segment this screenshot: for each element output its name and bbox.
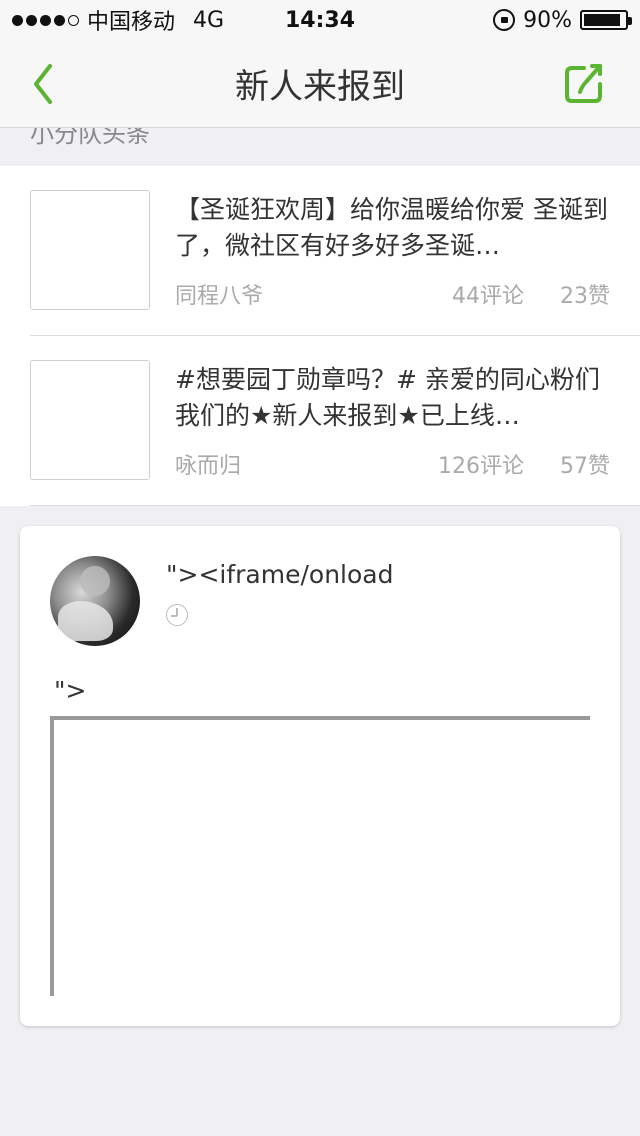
status-bar: 中国移动 4G 14:34 90%	[0, 0, 640, 40]
article-author: 同程八爷	[175, 284, 264, 309]
article-list: 【圣诞狂欢周】给你温暖给你爱 圣诞到了，微社区有好多好多圣诞… 同程八爷 44评…	[0, 166, 640, 506]
carrier-name: 中国移动	[87, 10, 176, 35]
section-header: 小分队头条	[0, 128, 640, 166]
signal-strength-icon	[12, 14, 79, 26]
share-button[interactable]	[562, 58, 606, 106]
post-author[interactable]: "><iframe/onload	[166, 560, 393, 589]
article-title: #想要园丁勋章吗？# 亲爱的同心粉们 我们的★新人来报到★已上线…	[175, 365, 600, 430]
rotation-lock-icon	[493, 9, 516, 31]
list-item[interactable]: 【圣诞狂欢周】给你温暖给你爱 圣诞到了，微社区有好多好多圣诞… 同程八爷 44评…	[30, 166, 640, 336]
clock-icon	[166, 604, 188, 626]
battery-icon	[580, 10, 632, 30]
embedded-frame	[50, 716, 590, 996]
like-count: 57赞	[560, 454, 610, 479]
section-header-label: 小分队头条	[30, 128, 150, 148]
signal-dot	[26, 14, 37, 26]
status-right-group: 90%	[493, 7, 632, 33]
page-title: 新人来报到	[235, 67, 405, 107]
post-card[interactable]: "><iframe/onload ">	[20, 526, 620, 1026]
navigation-bar: 新人来报到	[0, 40, 640, 128]
chevron-left-icon	[34, 64, 52, 104]
like-count: 23赞	[560, 284, 610, 309]
signal-dot	[12, 14, 23, 26]
article-thumbnail	[30, 190, 150, 310]
battery-fill	[584, 14, 620, 26]
signal-dot	[40, 14, 51, 26]
back-button[interactable]	[24, 60, 68, 108]
battery-percent: 90%	[523, 7, 572, 33]
comment-count: 44评论	[452, 284, 524, 309]
article-thumbnail	[30, 360, 150, 480]
post-text: ">	[54, 676, 87, 705]
list-item[interactable]: #想要园丁勋章吗？# 亲爱的同心粉们 我们的★新人来报到★已上线… 咏而归 12…	[30, 336, 640, 506]
network-type: 4G	[193, 7, 225, 33]
article-author: 咏而归	[175, 454, 242, 479]
avatar[interactable]	[50, 556, 140, 646]
share-icon	[565, 64, 602, 103]
content-area[interactable]: 小分队头条 【圣诞狂欢周】给你温暖给你爱 圣诞到了，微社区有好多好多圣诞… 同程…	[0, 128, 640, 1136]
signal-dot-empty	[68, 14, 79, 26]
comment-count: 126评论	[438, 454, 524, 479]
article-title: 【圣诞狂欢周】给你温暖给你爱 圣诞到了，微社区有好多好多圣诞…	[175, 195, 608, 260]
signal-dot	[54, 14, 65, 26]
